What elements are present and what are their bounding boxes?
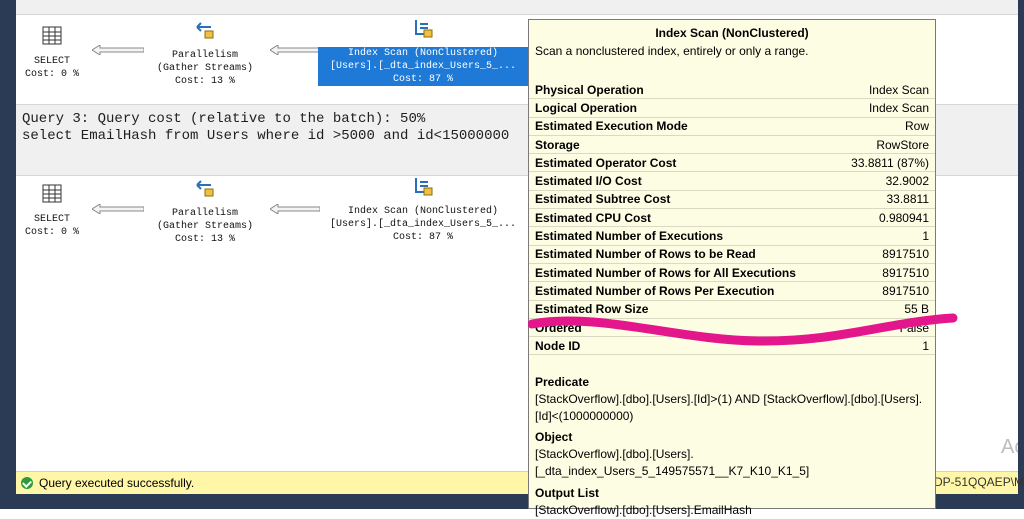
property-name: Logical Operation bbox=[535, 100, 638, 115]
output-text: [StackOverflow].[dbo].[Users].EmailHash bbox=[535, 503, 752, 517]
query-cost-header: Query 3: Query cost (relative to the bat… bbox=[22, 111, 426, 127]
parallelism-label: Parallelism bbox=[171, 208, 238, 219]
parallelism-icon bbox=[196, 180, 214, 197]
tooltip-row: Estimated CPU Cost 0.980941 bbox=[529, 209, 935, 228]
tooltip-row: Estimated Number of Rows Per Execution 89… bbox=[529, 282, 935, 301]
property-name: Estimated Number of Rows Per Execution bbox=[535, 283, 775, 298]
select-node-bottom[interactable]: SELECT Cost: 0 % bbox=[18, 184, 86, 239]
select-icon bbox=[42, 26, 62, 45]
index-scan-icon bbox=[415, 20, 433, 38]
parallelism-node-bottom[interactable]: Parallelism (Gather Streams) Cost: 13 % bbox=[140, 178, 270, 246]
property-name: Physical Operation bbox=[535, 82, 644, 97]
parallelism-sub: (Gather Streams) bbox=[156, 63, 253, 74]
tooltip-description: Scan a nonclustered index, entirely or o… bbox=[535, 44, 809, 58]
select-label: SELECT bbox=[33, 56, 70, 67]
flow-arrow bbox=[92, 204, 144, 214]
tooltip-row: Physical Operation Index Scan bbox=[529, 81, 935, 100]
index-scan-object: [Users].[_dta_index_Users_5_... bbox=[318, 60, 528, 73]
property-value: RowStore bbox=[876, 137, 929, 152]
property-name: Estimated Execution Mode bbox=[535, 119, 688, 134]
property-value: Index Scan bbox=[868, 100, 929, 115]
property-value: 32.9002 bbox=[885, 174, 929, 189]
index-scan-node-top[interactable]: Index Scan (NonClustered) [Users].[_dta_… bbox=[318, 18, 528, 86]
success-check-icon bbox=[21, 477, 33, 489]
tooltip-title: Index Scan (NonClustered) bbox=[655, 26, 809, 40]
select-cost: Cost: 0 % bbox=[24, 227, 79, 238]
predicate-label: Predicate bbox=[535, 375, 590, 389]
property-value: 33.8811 bbox=[886, 192, 930, 207]
property-value: Row bbox=[904, 119, 929, 134]
object-section: Object [StackOverflow].[dbo].[Users].[_d… bbox=[535, 430, 929, 480]
status-message: Query executed successfully. bbox=[39, 476, 195, 490]
tooltip-row: Estimated Number of Rows to be Read 89175… bbox=[529, 246, 935, 264]
flow-arrow bbox=[270, 45, 320, 55]
object-label: Object bbox=[535, 430, 573, 444]
select-node-top[interactable]: SELECT Cost: 0 % bbox=[18, 26, 86, 81]
window-frame-right bbox=[1018, 0, 1024, 509]
parallelism-cost: Cost: 13 % bbox=[174, 76, 235, 87]
property-name: Estimated I/O Cost bbox=[535, 174, 642, 189]
tooltip-row: Estimated I/O Cost 32.9002 bbox=[529, 172, 935, 191]
index-scan-icon bbox=[415, 178, 433, 196]
parallelism-sub: (Gather Streams) bbox=[156, 221, 253, 232]
window-frame-left bbox=[0, 0, 16, 509]
tooltip-row: Storage RowStore bbox=[529, 136, 935, 155]
predicate-section: Predicate [StackOverflow].[dbo].[Users].… bbox=[535, 375, 929, 425]
property-value: 1 bbox=[922, 229, 929, 244]
flow-arrow bbox=[270, 204, 320, 214]
parallelism-icon bbox=[196, 22, 214, 39]
activation-watermark: Acti bbox=[1001, 436, 1018, 458]
property-value: 33.8811 (87%) bbox=[851, 155, 929, 170]
tooltip-row: Estimated Operator Cost 33.8811 (87%) bbox=[529, 154, 935, 173]
parallelism-cost: Cost: 13 % bbox=[174, 234, 235, 245]
tooltip-row: Estimated Subtree Cost 33.8811 bbox=[529, 191, 935, 210]
index-scan-label: Index Scan (NonClustered) bbox=[347, 206, 499, 217]
index-scan-node-bottom[interactable]: Index Scan (NonClustered) [Users].[_dta_… bbox=[318, 176, 528, 244]
tooltip-row: Estimated Execution Mode Row bbox=[529, 118, 935, 136]
select-label: SELECT bbox=[33, 214, 70, 225]
property-name: Estimated CPU Cost bbox=[535, 210, 652, 225]
highlight-annotation bbox=[528, 313, 958, 346]
operator-tooltip: Index Scan (NonClustered) Scan a nonclus… bbox=[528, 19, 936, 517]
tooltip-row: Estimated Number of Rows for All Executi… bbox=[529, 264, 935, 283]
flow-arrow bbox=[92, 45, 144, 55]
index-scan-label: Index Scan (NonClustered) bbox=[318, 47, 528, 60]
tooltip-row: Estimated Number of Executions 1 bbox=[529, 227, 935, 246]
tooltip-row: Logical Operation Index Scan bbox=[529, 99, 935, 118]
property-name: Estimated Number of Executions bbox=[535, 229, 724, 244]
property-name: Estimated Number of Rows for All Executi… bbox=[535, 265, 796, 280]
output-label: Output List bbox=[535, 486, 599, 500]
property-value: 8917510 bbox=[882, 265, 929, 280]
property-value: 8917510 bbox=[882, 247, 929, 262]
select-cost: Cost: 0 % bbox=[24, 69, 79, 80]
property-value: Index Scan bbox=[868, 82, 929, 97]
parallelism-node-top[interactable]: Parallelism (Gather Streams) Cost: 13 % bbox=[140, 20, 270, 88]
property-value: 8917510 bbox=[882, 283, 929, 298]
predicate-text: [StackOverflow].[dbo].[Users].[Id]>(1) A… bbox=[535, 392, 923, 423]
index-scan-object: [Users].[_dta_index_Users_5_... bbox=[329, 219, 517, 230]
output-section: Output List [StackOverflow].[dbo].[Users… bbox=[535, 486, 929, 519]
property-name: Estimated Number of Rows to be Read bbox=[535, 247, 756, 262]
query-sql-text[interactable]: select EmailHash from Users where id >50… bbox=[22, 128, 509, 144]
property-value: 0.980941 bbox=[878, 210, 929, 225]
property-name: Estimated Operator Cost bbox=[535, 155, 677, 170]
index-scan-cost: Cost: 87 % bbox=[318, 73, 528, 86]
query-header-band-top bbox=[16, 0, 1018, 15]
index-scan-cost: Cost: 87 % bbox=[392, 232, 453, 243]
parallelism-label: Parallelism bbox=[171, 50, 238, 61]
property-name: Storage bbox=[535, 137, 580, 152]
server-name: DP-51QQAEP\M bbox=[934, 475, 1024, 489]
object-text: [StackOverflow].[dbo].[Users].[_dta_inde… bbox=[535, 447, 810, 478]
property-name: Estimated Subtree Cost bbox=[535, 192, 671, 207]
select-icon bbox=[42, 184, 62, 203]
